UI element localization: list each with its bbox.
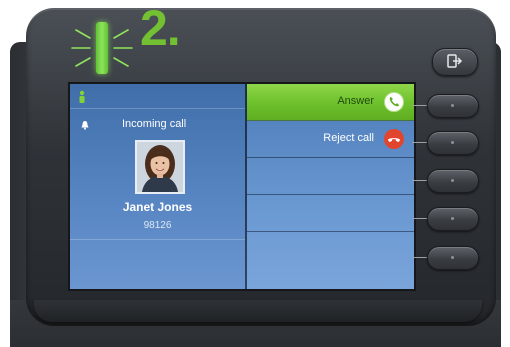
softkey-button-2[interactable] xyxy=(427,131,479,155)
softkey-connector-1 xyxy=(412,105,428,106)
softkey-connector-5 xyxy=(412,257,428,258)
bell-icon xyxy=(81,121,89,130)
reject-call-option[interactable]: Reject call xyxy=(247,121,414,158)
reject-call-label: Reject call xyxy=(323,132,374,144)
user-status-icon xyxy=(79,90,85,103)
softkey-button-1[interactable] xyxy=(427,94,479,118)
exit-icon xyxy=(447,54,463,68)
call-info-panel: Incoming call Janet Jones 98126 xyxy=(70,84,245,289)
header-divider xyxy=(70,108,245,109)
phone-display: Incoming call Janet Jones 98126 Answer R… xyxy=(68,82,416,291)
call-status-title: Incoming call xyxy=(122,118,187,130)
softkey-connector-4 xyxy=(412,218,428,219)
answer-option[interactable]: Answer xyxy=(247,84,414,121)
softkey-option-4[interactable] xyxy=(247,195,414,232)
caller-photo-icon xyxy=(137,142,183,192)
phone-reject-icon xyxy=(384,129,404,149)
phone-answer-icon xyxy=(384,92,404,112)
softkey-button-3[interactable] xyxy=(427,169,479,193)
call-led-indicator xyxy=(96,22,108,74)
step-number-label: 2. xyxy=(140,0,181,56)
phone-device: 2. Incoming call Janet Jones 98126 Answe… xyxy=(0,0,510,347)
softkey-option-3[interactable] xyxy=(247,158,414,195)
caller-divider xyxy=(70,239,245,240)
softkey-button-5[interactable] xyxy=(427,246,479,270)
softkey-panel: Answer Reject call xyxy=(247,84,414,289)
softkey-option-5[interactable] xyxy=(247,232,414,268)
softkey-connector-2 xyxy=(412,142,428,143)
softkey-button-4[interactable] xyxy=(427,207,479,231)
exit-button[interactable] xyxy=(432,48,478,76)
softkey-connector-3 xyxy=(412,180,428,181)
caller-number: 98126 xyxy=(143,220,172,231)
device-bottom-rim xyxy=(34,300,482,322)
caller-name: Janet Jones xyxy=(122,200,193,214)
answer-label: Answer xyxy=(337,95,374,107)
caller-avatar xyxy=(135,140,185,194)
